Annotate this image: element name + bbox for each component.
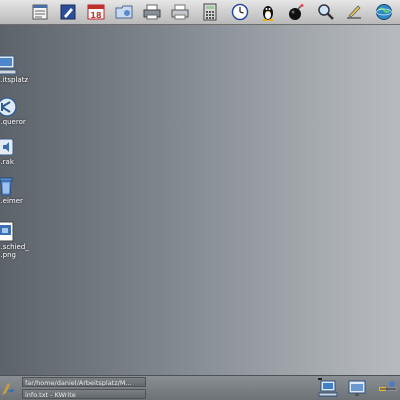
k-menu-icon[interactable]	[0, 379, 16, 397]
network-icon[interactable]	[378, 378, 398, 398]
desktop-item-trash[interactable]: ...eimer	[0, 175, 40, 205]
taskbar-item-label: far/home/daniel/Arbeitsplatz/M...	[25, 379, 132, 387]
taskbar-item-label: info.txt - KWrite	[25, 391, 76, 399]
kwrite-icon[interactable]	[59, 3, 77, 21]
calendar-icon[interactable]: 18	[87, 3, 105, 21]
calculator-icon[interactable]	[201, 3, 219, 21]
printer-icon[interactable]	[143, 3, 161, 21]
clock-icon[interactable]	[231, 3, 249, 21]
top-toolbar: 18	[0, 0, 400, 25]
notes-icon[interactable]	[31, 3, 49, 21]
globe-icon[interactable]	[375, 3, 393, 21]
desktop-item-label: ...itsplatz	[0, 76, 29, 84]
desktop-item-konqueror[interactable]: ...queror	[0, 96, 40, 126]
monitor-icon[interactable]	[318, 378, 338, 398]
desktop-item-label: ...queror	[0, 118, 26, 126]
desktop-item-label-line2: ...png	[0, 251, 16, 259]
desktop-item-label: ...schied_	[0, 243, 29, 251]
printer-2-icon[interactable]	[171, 3, 189, 21]
bottom-panel: far/home/daniel/Arbeitsplatz/M... info.t…	[0, 375, 400, 400]
konqueror-icon	[0, 96, 18, 118]
desktop-item-label: ...rak	[0, 158, 14, 166]
desktop-item-speaker[interactable]: ...rak	[0, 136, 40, 166]
screen-icon[interactable]	[347, 378, 367, 398]
desktop: ...itsplatz ...queror ...rak ...eimer ..…	[0, 25, 400, 375]
desktop-item-computer[interactable]: ...itsplatz	[0, 54, 40, 84]
bomb-icon[interactable]	[287, 3, 305, 21]
folder-icon[interactable]	[115, 3, 133, 21]
desktop-item-image-file[interactable]: ...schied_ ...png	[0, 221, 40, 259]
speaker-icon	[0, 136, 18, 158]
computer-icon	[0, 54, 18, 76]
desktop-item-label: ...eimer	[0, 197, 23, 205]
sketch-icon[interactable]	[345, 3, 363, 21]
image-file-icon	[0, 221, 18, 243]
search-magnifier-icon[interactable]	[317, 3, 335, 21]
trash-icon	[0, 175, 18, 197]
taskbar-item-kwrite[interactable]: info.txt - KWrite	[22, 389, 146, 399]
svg-text:18: 18	[90, 11, 102, 20]
taskbar-item-konqueror[interactable]: far/home/daniel/Arbeitsplatz/M...	[22, 377, 146, 387]
linux-tux-icon[interactable]	[259, 3, 277, 21]
